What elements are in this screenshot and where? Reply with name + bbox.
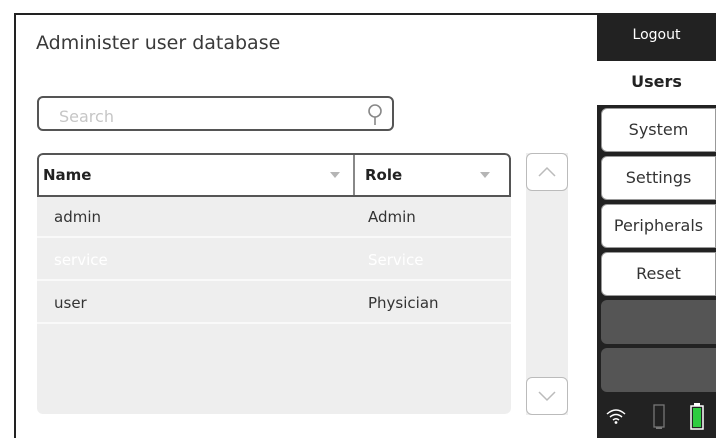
column-header-role[interactable]: Role xyxy=(365,155,505,195)
frame-border-top xyxy=(14,13,634,15)
table-header: Name Role xyxy=(37,153,511,197)
column-header-label: Name xyxy=(43,166,92,184)
tab-peripherals[interactable]: Peripherals xyxy=(601,204,716,248)
cell-name: admin xyxy=(54,208,101,226)
page-title: Administer user database xyxy=(36,32,281,54)
cell-role: Service xyxy=(368,251,424,269)
status-bar xyxy=(597,393,716,438)
column-header-label: Role xyxy=(365,166,403,184)
sensor-icon xyxy=(653,404,665,429)
user-table: Name Role admin Admin service Service us… xyxy=(37,153,511,414)
search-input[interactable]: Search xyxy=(37,96,394,131)
tab-users[interactable]: Users xyxy=(597,61,716,105)
table-row[interactable]: user Physician xyxy=(37,283,511,324)
chevron-up-icon xyxy=(538,166,556,177)
cell-name: service xyxy=(54,251,108,269)
wifi-icon xyxy=(606,409,626,424)
tab-system[interactable]: System xyxy=(601,108,716,152)
sidebar: Logout Users System Settings Peripherals… xyxy=(597,13,716,438)
search-icon[interactable] xyxy=(366,103,384,131)
logout-button[interactable]: Logout xyxy=(597,13,716,57)
chevron-down-icon xyxy=(538,391,556,402)
frame-border-left xyxy=(14,13,16,438)
column-header-name[interactable]: Name xyxy=(43,155,353,195)
cell-role: Physician xyxy=(368,294,439,312)
scroll-down-button[interactable] xyxy=(526,377,568,415)
battery-icon xyxy=(690,403,704,430)
scroll-up-button[interactable] xyxy=(526,153,568,191)
table-row[interactable]: admin Admin xyxy=(37,197,511,238)
sort-arrow-icon[interactable] xyxy=(330,172,340,178)
empty-tab-slot xyxy=(601,300,716,344)
user-admin-screen: Administer user database Search Name Rol… xyxy=(0,0,716,438)
empty-tab-slot xyxy=(601,348,716,392)
cell-name: user xyxy=(54,294,87,312)
table-row[interactable]: service Service xyxy=(37,240,511,281)
tab-reset[interactable]: Reset xyxy=(601,252,716,296)
tab-settings[interactable]: Settings xyxy=(601,156,716,200)
scrollbar[interactable] xyxy=(526,153,568,415)
sort-arrow-icon[interactable] xyxy=(480,172,490,178)
search-placeholder: Search xyxy=(59,107,114,126)
column-divider xyxy=(353,155,355,195)
cell-role: Admin xyxy=(368,208,416,226)
